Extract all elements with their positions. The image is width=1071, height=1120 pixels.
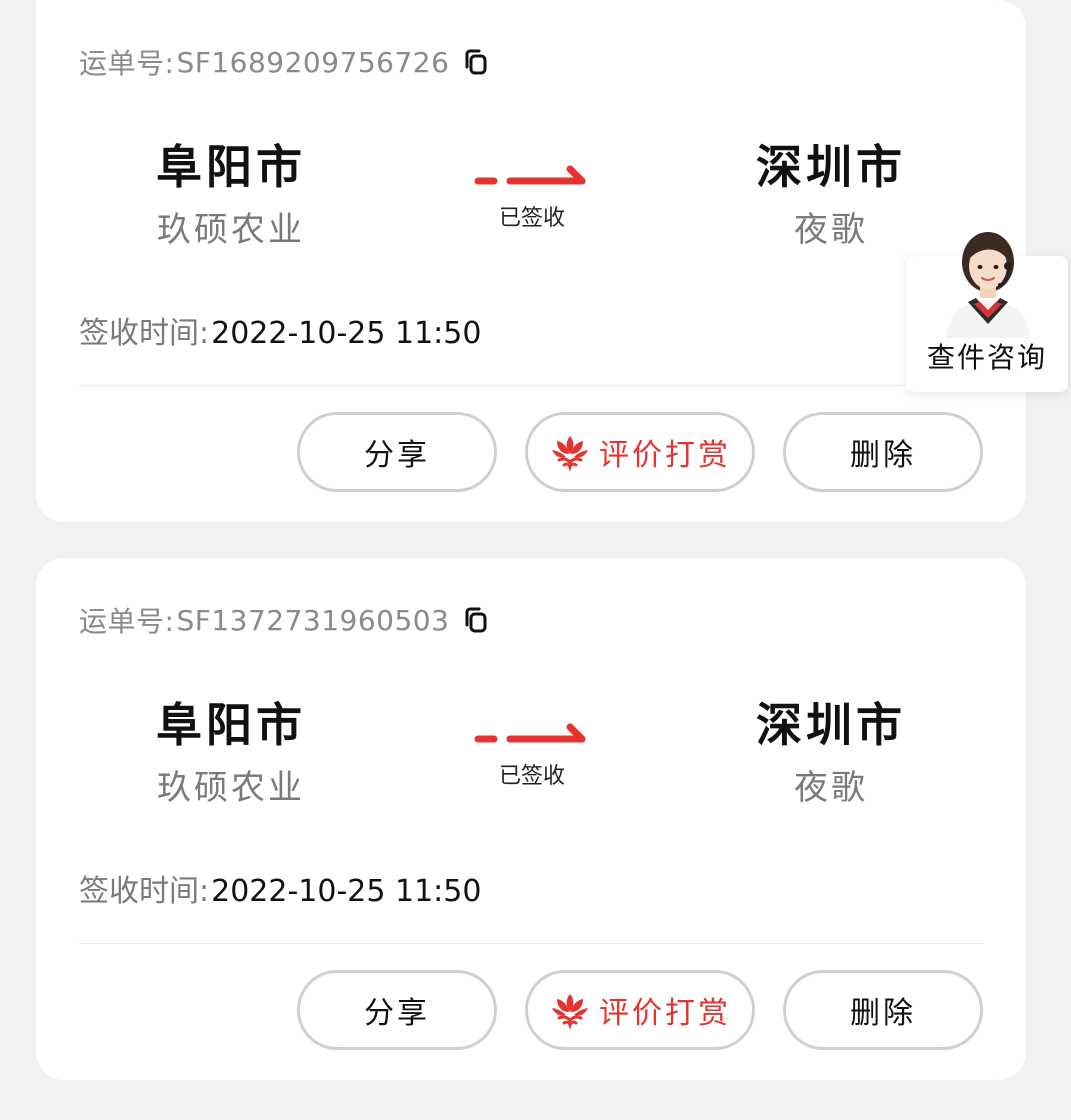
waybill-label: 运单号: [79,47,175,80]
sign-time-label: 签收时间: [79,874,210,909]
delete-button[interactable]: 删除 [783,412,983,492]
destination-city: 深圳市 [756,140,906,194]
rate-and-tip-label: 评价打赏 [599,996,731,1031]
arrow-right-icon [474,165,586,185]
origin-company: 玖硕农业 [157,210,305,250]
delivery-status: 已签收 [498,206,565,231]
tracking-inquiry-label: 查件咨询 [926,341,1047,374]
sign-time-value: 2022-10-25 11:50 [211,874,482,909]
destination: 深圳市 夜歌 [701,694,961,809]
origin-company: 玖硕农业 [157,768,305,808]
waybill-row: 运单号: SF1372731960503 [79,600,489,640]
divider [79,943,983,944]
origin: 阜阳市 玖硕农业 [101,694,361,809]
sign-time-value: 2022-10-25 11:50 [211,316,482,351]
sign-time-label: 签收时间: [79,316,210,351]
share-button-label: 分享 [364,996,430,1031]
destination-company: 夜歌 [794,210,868,250]
waybill-number: SF1372731960503 [176,603,450,637]
shipment-card[interactable]: 运单号: SF1689209756726 阜阳市 玖硕农业 已签收 深圳市 夜歌… [36,0,1026,522]
share-button-label: 分享 [364,438,430,473]
share-button[interactable]: 分享 [297,412,497,492]
arrow-right-icon [474,723,586,743]
waybill-row: 运单号: SF1689209756726 [79,42,489,82]
rate-and-tip-button[interactable]: 评价打赏 [525,412,755,492]
delivery-status: 已签收 [498,764,565,789]
destination-company: 夜歌 [794,768,868,808]
share-button[interactable]: 分享 [297,970,497,1050]
destination-city: 深圳市 [756,698,906,752]
tracking-inquiry-widget[interactable]: 查件咨询 [906,232,1068,392]
divider [79,385,983,386]
waybill-label: 运单号: [79,605,175,638]
customer-service-agent-avatar [946,232,1030,338]
sign-time-row: 签收时间: 2022-10-25 11:50 [79,308,481,352]
copy-icon[interactable] [463,606,489,634]
destination: 深圳市 夜歌 [701,136,961,251]
rate-and-tip-button[interactable]: 评价打赏 [525,970,755,1050]
origin: 阜阳市 玖硕农业 [101,136,361,251]
sign-time-row: 签收时间: 2022-10-25 11:50 [79,866,481,910]
origin-city: 阜阳市 [156,140,306,194]
delete-button-label: 删除 [850,438,916,473]
lotus-icon [552,436,588,472]
origin-city: 阜阳市 [156,698,306,752]
delete-button[interactable]: 删除 [783,970,983,1050]
shipment-card[interactable]: 运单号: SF1372731960503 阜阳市 玖硕农业 已签收 深圳市 夜歌… [36,558,1026,1080]
rate-and-tip-label: 评价打赏 [599,438,731,473]
delete-button-label: 删除 [850,996,916,1031]
waybill-number: SF1689209756726 [176,45,450,79]
copy-icon[interactable] [463,48,489,76]
lotus-icon [552,994,588,1030]
